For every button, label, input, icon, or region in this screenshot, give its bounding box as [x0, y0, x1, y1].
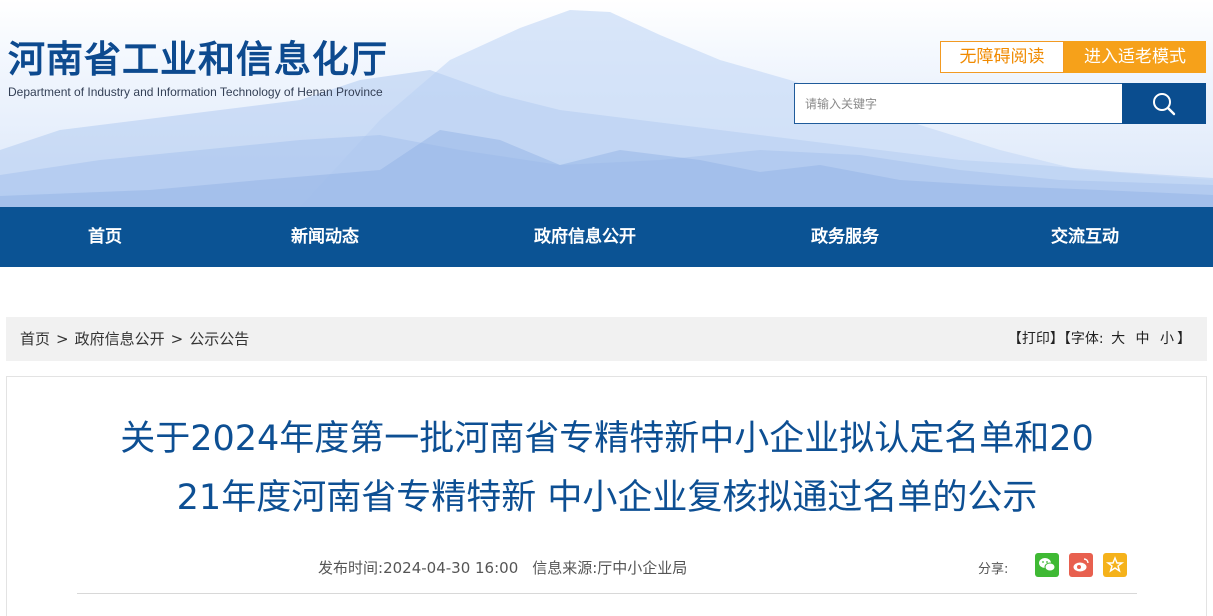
article-title-line1: 关于2024年度第一批河南省专精特新中小企业拟认定名单和20 [120, 419, 1094, 459]
article-container: 关于2024年度第一批河南省专精特新中小企业拟认定名单和20 21年度河南省专精… [6, 376, 1207, 616]
site-title-en: Department of Industry and Information T… [8, 85, 383, 99]
font-small-button[interactable]: 小 [1160, 331, 1174, 347]
nav-item-interaction[interactable]: 交流互动 [1025, 207, 1145, 267]
search-box [794, 83, 1206, 124]
weibo-icon[interactable] [1069, 553, 1093, 577]
article-title: 关于2024年度第一批河南省专精特新中小企业拟认定名单和20 21年度河南省专精… [67, 410, 1147, 528]
font-large-button[interactable]: 大 [1111, 331, 1125, 347]
nav-item-gov-info[interactable]: 政府信息公开 [510, 207, 660, 267]
font-size-label: 【字体: [1063, 331, 1104, 347]
main-nav: 首页 新闻动态 政府信息公开 政务服务 交流互动 [0, 207, 1213, 267]
elder-mode-button[interactable]: 进入适老模式 [1064, 41, 1206, 73]
wechat-icon[interactable] [1035, 553, 1059, 577]
nav-item-news[interactable]: 新闻动态 [265, 207, 385, 267]
share-label: 分享: [978, 562, 1009, 577]
publish-time: 2024-04-30 16:00 [383, 559, 519, 577]
search-input[interactable] [794, 83, 1122, 124]
font-size-close: 】 [1177, 331, 1191, 347]
breadcrumb-separator: > [56, 330, 69, 348]
meta-divider [77, 593, 1137, 594]
site-logo[interactable]: 河南省工业和信息化厅 Department of Industry and In… [8, 38, 388, 99]
source-value: 厅中小企业局 [597, 559, 688, 577]
print-button[interactable]: 【打印】 [1008, 331, 1064, 347]
nav-item-home[interactable]: 首页 [55, 207, 155, 267]
page-tools: 【打印】【字体: 大 中 小】 [1008, 317, 1191, 361]
nav-item-services[interactable]: 政务服务 [785, 207, 905, 267]
favorite-star-icon[interactable] [1103, 553, 1127, 577]
breadcrumb: 首页 > 政府信息公开 > 公示公告 [20, 317, 249, 361]
breadcrumb-bar: 首页 > 政府信息公开 > 公示公告 【打印】【字体: 大 中 小】 [6, 317, 1207, 361]
breadcrumb-notices[interactable]: 公示公告 [189, 330, 249, 348]
search-icon [1153, 93, 1176, 116]
accessible-reading-button[interactable]: 无障碍阅读 [940, 41, 1064, 73]
source-label: 信息来源: [532, 559, 598, 577]
site-title-cn: 河南省工业和信息化厅 [8, 38, 388, 81]
article-meta: 发布时间:2024-04-30 16:00 信息来源:厅中小企业局 [318, 557, 687, 578]
publish-label: 发布时间: [318, 559, 384, 577]
article-title-line2: 21年度河南省专精特新 中小企业复核拟通过名单的公示 [176, 478, 1038, 518]
font-medium-button[interactable]: 中 [1136, 331, 1150, 347]
breadcrumb-separator: > [170, 330, 184, 348]
site-header: 河南省工业和信息化厅 Department of Industry and In… [0, 0, 1213, 207]
search-button[interactable] [1122, 83, 1206, 124]
breadcrumb-home[interactable]: 首页 [20, 330, 50, 348]
breadcrumb-gov-info[interactable]: 政府信息公开 [75, 330, 165, 348]
